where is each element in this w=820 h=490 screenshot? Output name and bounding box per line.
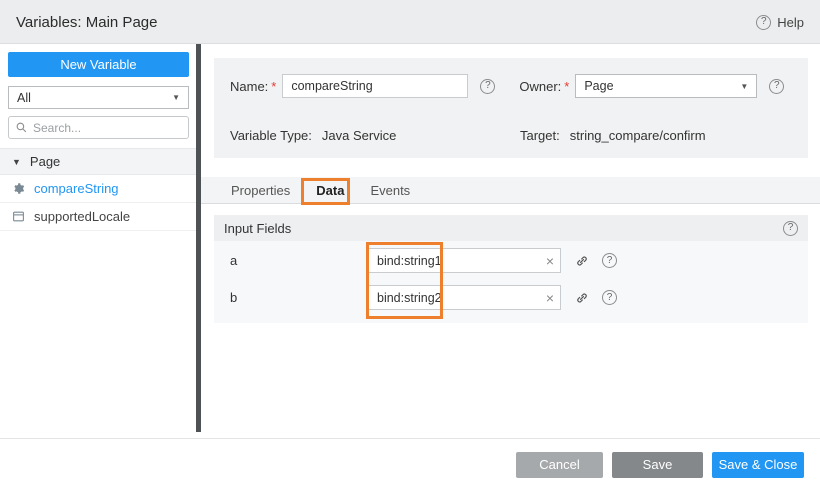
new-variable-button[interactable]: New Variable [8,52,189,77]
chevron-down-icon: ▼ [172,93,180,102]
bind-input-a: × [368,248,561,273]
tab-properties[interactable]: Properties [218,177,303,204]
owner-label: Owner: [519,79,561,94]
name-help-icon[interactable]: ? [480,79,495,94]
bind-input-b: × [368,285,561,310]
required-marker: * [564,79,569,94]
variable-type-group: Variable Type: Java Service [230,128,520,143]
variable-type-label: Variable Type: [230,128,312,143]
help-label: Help [777,15,804,30]
help-button[interactable]: ? Help [756,0,804,44]
save-button[interactable]: Save [612,452,703,478]
tree-item-label: supportedLocale [34,209,130,224]
search-input[interactable] [33,121,182,135]
filter-value: All [17,91,31,105]
name-label: Name: [230,79,268,94]
input-fields-title: Input Fields [224,221,291,236]
cancel-button[interactable]: Cancel [516,452,603,478]
field-row-a: a × ? [214,248,808,273]
name-input[interactable] [282,74,468,98]
clear-icon[interactable]: × [546,254,554,268]
field-b-help-icon[interactable]: ? [602,290,617,305]
owner-select[interactable]: Page ▼ [575,74,757,98]
footer: Cancel Save Save & Close [0,438,820,490]
link-icon[interactable] [575,291,589,305]
target-value: string_compare/confirm [570,128,706,143]
form-row-2: Variable Type: Java Service Target: stri… [214,98,808,143]
main-content: Name: * ? Owner: * Page ▼ ? Variable Typ… [201,44,820,438]
clear-icon[interactable]: × [546,291,554,305]
form-row-1: Name: * ? Owner: * Page ▼ ? [214,58,808,98]
tab-events[interactable]: Events [357,177,423,204]
target-label: Target: [520,128,560,143]
header: Variables: Main Page ? Help [0,0,820,44]
bind-input-a-field[interactable] [368,248,561,273]
owner-value: Page [584,79,613,93]
gear-icon [12,182,25,195]
chevron-down-icon: ▼ [12,157,21,167]
link-icon[interactable] [575,254,589,268]
input-fields-header: Input Fields ? [214,215,808,241]
field-row-b: b × ? [214,285,808,310]
field-label-a: a [230,253,368,268]
chevron-down-icon: ▼ [740,82,748,91]
bind-input-b-field[interactable] [368,285,561,310]
tree-item-supportedlocale[interactable]: supportedLocale [0,203,196,231]
input-fields-help-icon[interactable]: ? [783,221,798,236]
field-label-b: b [230,290,368,305]
save-close-button[interactable]: Save & Close [712,452,804,478]
target-group: Target: string_compare/confirm [520,128,706,143]
variable-type-value: Java Service [322,128,396,143]
search-icon [15,121,28,134]
filter-select[interactable]: All ▼ [8,86,189,109]
help-icon: ? [756,15,771,30]
tab-bar: Properties Data Events [201,177,820,204]
tree-item-comparestring[interactable]: compareString [0,175,196,203]
input-fields-panel: Input Fields ? a × ? b × ? [214,215,808,323]
tree-item-label: compareString [34,181,119,196]
field-a-help-icon[interactable]: ? [602,253,617,268]
variable-form-panel: Name: * ? Owner: * Page ▼ ? Variable Typ… [214,58,808,158]
search-box [8,116,189,139]
sidebar: New Variable All ▼ ▼ Page compareString … [0,44,196,438]
page-title: Variables: Main Page [16,0,157,44]
window-icon [12,210,25,223]
tree-group-label: Page [30,154,60,169]
owner-help-icon[interactable]: ? [769,79,784,94]
tab-data[interactable]: Data [303,177,357,204]
tree-group-page[interactable]: ▼ Page [0,148,196,175]
required-marker: * [271,79,276,94]
